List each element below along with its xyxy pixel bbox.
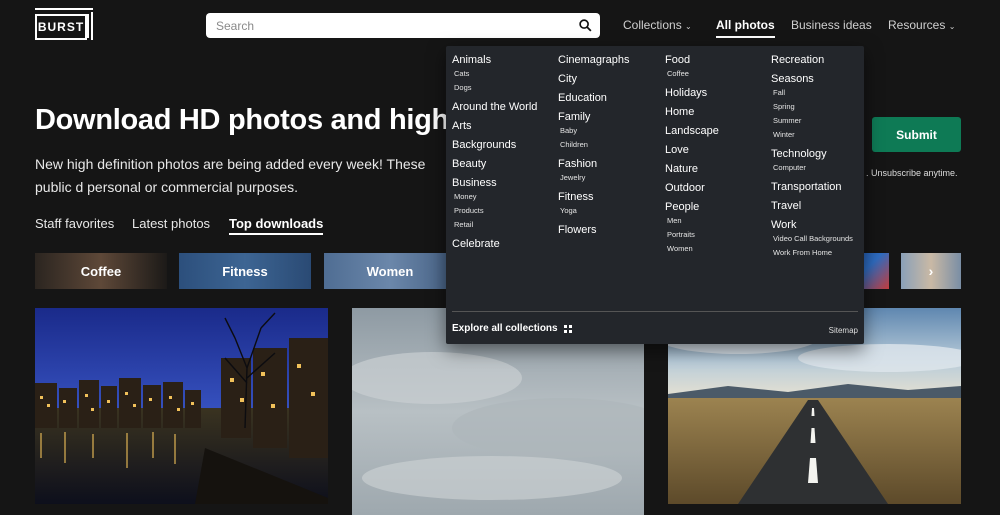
collection-link-travel[interactable]: Travel (771, 200, 853, 213)
category-tile-coffee[interactable]: Coffee (35, 253, 167, 289)
collection-link-technology[interactable]: Technology (771, 148, 853, 161)
page-title: Download HD photos and high-res (35, 104, 501, 136)
collection-link-fashion[interactable]: Fashion (558, 158, 630, 171)
collection-sublink-cats[interactable]: Cats (452, 67, 537, 81)
collection-sublink-summer[interactable]: Summer (771, 114, 853, 128)
collection-sublink-money[interactable]: Money (452, 190, 537, 204)
chevron-down-icon: ⌄ (685, 22, 692, 31)
collection-link-education[interactable]: Education (558, 92, 630, 105)
collections-dropdown: Animals Cats Dogs Around the World Arts Backg… (446, 46, 864, 344)
category-label: Fitness (222, 263, 268, 279)
collection-sublink-coffee[interactable]: Coffee (665, 67, 719, 81)
category-tile-women[interactable]: Women (324, 253, 456, 289)
dropdown-column-3: Food Coffee Holidays Home Landscape Love Natur… (665, 54, 719, 256)
collection-sublink-fall[interactable]: Fall (771, 86, 853, 100)
logo-stripe (35, 8, 93, 10)
collection-link-outdoor[interactable]: Outdoor (665, 182, 719, 195)
nav-collections-label: Collections (623, 18, 682, 32)
nav-all-photos[interactable]: All photos (716, 18, 775, 38)
collection-link-love[interactable]: Love (665, 144, 719, 157)
collection-link-cinemagraphs[interactable]: Cinemagraphs (558, 54, 630, 67)
nav-resources[interactable]: Resources ⌄ (888, 18, 955, 32)
collection-link-flowers[interactable]: Flowers (558, 224, 630, 237)
photo-amsterdam-canal[interactable] (35, 308, 328, 504)
tab-latest-photos[interactable]: Latest photos (132, 216, 210, 231)
collection-sublink-computer[interactable]: Computer (771, 161, 853, 175)
collection-sublink-winter[interactable]: Winter (771, 128, 853, 142)
collection-link-recreation[interactable]: Recreation (771, 54, 853, 67)
collection-link-landscape[interactable]: Landscape (665, 125, 719, 138)
search-icon[interactable] (579, 19, 592, 32)
collection-link-business[interactable]: Business (452, 177, 537, 190)
nav-resources-label: Resources (888, 18, 946, 32)
tab-top-downloads[interactable]: Top downloads (229, 216, 324, 235)
collection-sublink-baby[interactable]: Baby (558, 124, 630, 138)
search-bar[interactable] (206, 13, 600, 38)
dropdown-divider (452, 311, 858, 312)
collection-sublink-video-call-backgrounds[interactable]: Video Call Backgrounds (771, 232, 853, 246)
collection-sublink-jewelry[interactable]: Jewelry (558, 171, 630, 185)
chevron-right-icon[interactable]: › (929, 263, 934, 279)
collection-sublink-portraits[interactable]: Portraits (665, 228, 719, 242)
category-tile-fitness[interactable]: Fitness (179, 253, 311, 289)
collection-link-holidays[interactable]: Holidays (665, 87, 719, 100)
category-label: Women (366, 263, 414, 279)
collection-sublink-women[interactable]: Women (665, 242, 719, 256)
unsubscribe-note: . Unsubscribe anytime. (866, 168, 958, 178)
collection-sublink-dogs[interactable]: Dogs (452, 81, 537, 95)
collection-sublink-yoga[interactable]: Yoga (558, 204, 630, 218)
collection-link-food[interactable]: Food (665, 54, 719, 67)
collection-link-fitness[interactable]: Fitness (558, 191, 630, 204)
collection-sublink-children[interactable]: Children (558, 138, 630, 152)
category-tile-partial[interactable]: › (901, 253, 961, 289)
collection-sublink-spring[interactable]: Spring (771, 100, 853, 114)
collection-link-city[interactable]: City (558, 73, 630, 86)
collection-sublink-retail[interactable]: Retail (452, 218, 537, 232)
explore-all-label: Explore all collections (452, 323, 558, 334)
logo-text: BURST (35, 14, 87, 40)
collection-sublink-work-from-home[interactable]: Work From Home (771, 246, 853, 260)
collection-link-celebrate[interactable]: Celebrate (452, 238, 537, 251)
collection-sublink-men[interactable]: Men (665, 214, 719, 228)
grid-icon (563, 324, 572, 333)
logo-stripe (87, 14, 89, 38)
collection-link-family[interactable]: Family (558, 111, 630, 124)
collection-link-arts[interactable]: Arts (452, 120, 537, 133)
canal-night-image (35, 308, 328, 504)
collection-link-work[interactable]: Work (771, 219, 853, 232)
sitemap-link[interactable]: Sitemap (829, 326, 858, 335)
collection-link-home[interactable]: Home (665, 106, 719, 119)
collection-link-backgrounds[interactable]: Backgrounds (452, 139, 537, 152)
logo-stripe (91, 12, 93, 40)
chevron-down-icon: ⌄ (948, 22, 956, 31)
collection-link-people[interactable]: People (665, 201, 719, 214)
collection-link-around-the-world[interactable]: Around the World (452, 101, 537, 114)
nav-collections[interactable]: Collections ⌄ (623, 18, 692, 32)
dropdown-column-1: Animals Cats Dogs Around the World Arts Backg… (452, 54, 537, 251)
nav-business-ideas[interactable]: Business ideas (791, 18, 872, 32)
burst-logo[interactable]: BURST (35, 8, 97, 40)
dropdown-column-4: Recreation Seasons Fall Spring Summer Winter T… (771, 54, 853, 260)
collection-link-animals[interactable]: Animals (452, 54, 537, 67)
collection-link-seasons[interactable]: Seasons (771, 73, 853, 86)
collection-link-nature[interactable]: Nature (665, 163, 719, 176)
search-input[interactable] (214, 17, 579, 34)
collection-link-transportation[interactable]: Transportation (771, 181, 853, 194)
dropdown-column-2: Cinemagraphs City Education Family Baby Child… (558, 54, 630, 237)
submit-button[interactable]: Submit (872, 117, 961, 152)
category-label: Coffee (80, 263, 122, 279)
collection-sublink-products[interactable]: Products (452, 204, 537, 218)
explore-all-collections-link[interactable]: Explore all collections (452, 323, 572, 334)
collection-link-beauty[interactable]: Beauty (452, 158, 537, 171)
hero-subtitle: New high definition photos are being add… (35, 156, 426, 195)
tab-staff-favorites[interactable]: Staff favorites (35, 216, 114, 231)
